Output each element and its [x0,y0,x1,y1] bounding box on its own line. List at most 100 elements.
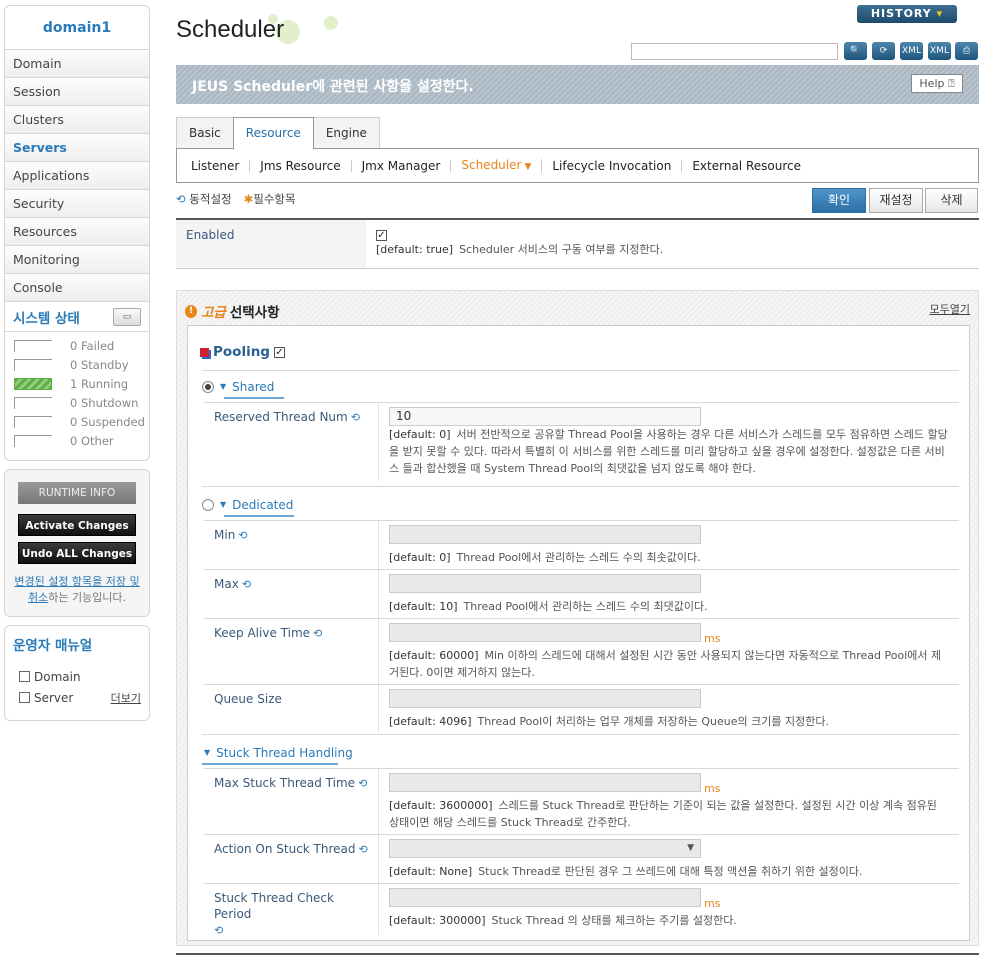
history-label: HISTORY [870,7,932,20]
status-label: Shutdown [80,395,139,410]
dynamic-setting-icon: ⟲ [358,843,368,856]
max-input[interactable] [389,574,701,593]
keep-alive-time-input[interactable] [389,623,701,642]
max-stuck-thread-time-input[interactable] [389,773,701,792]
tab-resource[interactable]: Resource [232,117,314,150]
tab-basic[interactable]: Basic [176,117,234,149]
system-status-header: 시스템 상태 ▭ [5,302,149,332]
status-bar [14,396,52,409]
property-description: Scheduler 서비스의 구동 여부를 지정한다. [459,243,664,256]
sidebar-item-security[interactable]: Security [5,190,149,218]
sidebar-item-monitoring[interactable]: Monitoring [5,246,149,274]
property-value: ▼ [default: None] Stuck Thread로 판단된 경우 그 … [378,835,959,883]
status-list: 0 Failed 0 Standby 1 Running 0 Shutdown … [5,332,149,460]
sidebar-item-session[interactable]: Session [5,78,149,106]
reserved-thread-num-input[interactable]: 10 [389,407,701,426]
property-value: [default: 0] Thread Pool에서 관리하는 스레드 수의 최솟… [378,521,959,569]
document-icon [19,692,30,703]
runtime-info-button[interactable]: RUNTIME INFO [18,482,136,504]
search-input[interactable] [631,43,838,60]
subtab-jms-resource[interactable]: Jms Resource [250,159,352,172]
help-button[interactable]: Help ⍰ [911,74,963,93]
stuck-thread-check-period-input[interactable] [389,888,701,907]
dedicated-label: Dedicated [232,497,294,512]
sidebar-item-resources[interactable]: Resources [5,218,149,246]
sidebar: domain1 Domain Session Clusters Servers … [4,5,150,721]
changes-note-text: 하는 기능입니다. [48,591,127,604]
enabled-row: Enabled ✓ [default: true] Scheduler 서비스의 … [176,218,979,269]
enabled-checkbox[interactable]: ✓ [376,230,387,241]
dedicated-radio[interactable] [202,498,214,511]
label-text: Reserved Thread Num [214,410,348,424]
required-icon: ✱ [243,192,254,206]
refresh-icon[interactable]: ⟳ [872,42,895,60]
queue-size-row: Queue Size [default: 4096] Thread Pool이 처… [204,684,959,733]
subtab-label: Scheduler [461,157,522,172]
navigation-panel: domain1 Domain Session Clusters Servers … [4,5,150,461]
subtab-scheduler[interactable]: Scheduler ▼ [451,157,543,173]
subtab-external-resource[interactable]: External Resource [682,160,811,172]
pooling-checkbox[interactable]: ✓ [273,346,285,358]
description-bar: JEUS Scheduler에 관련된 사항을 설정한다. Help ⍰ [176,65,979,104]
min-input[interactable] [389,525,701,544]
action-on-stuck-thread-row: Action On Stuck Thread ⟲ ▼ [default: None… [204,834,959,883]
label-text: Stuck Thread Check Period [214,891,334,921]
xml-export-icon[interactable]: XML [928,42,951,60]
delete-button[interactable]: 삭제 [925,188,978,213]
property-description: Thread Pool에서 관리하는 스레드 수의 최솟값이다. [456,551,701,564]
min-row: Min ⟲ [default: 0] Thread Pool에서 관리하는 스레드 … [204,520,959,569]
shared-option[interactable]: ▼ Shared [202,378,284,399]
expand-all-link[interactable]: 모두열기 [930,301,970,317]
label-text: Max Stuck Thread Time [214,776,356,790]
shared-radio[interactable] [202,380,214,393]
legend-dynamic-label: 동적설정 [189,192,232,206]
unit-label: ms [704,632,721,645]
manual-item-domain[interactable]: Domain [13,666,141,687]
stuck-thread-check-period-row: Stuck Thread Check Period ⟲ ms [default: … [204,883,959,937]
confirm-button[interactable]: 확인 [812,188,866,213]
xml-download-icon[interactable]: XML [900,42,923,60]
sidebar-item-domain[interactable]: Domain [5,50,149,78]
dedicated-option[interactable]: ▼ Dedicated [202,496,294,517]
search-icon[interactable]: 🔍 [844,42,867,60]
sidebar-item-clusters[interactable]: Clusters [5,106,149,134]
dropdown-arrow-icon: ▼ [687,843,694,853]
property-description: Thread Pool에서 관리하는 스레드 수의 최댓값이다. [463,600,708,613]
activate-changes-button[interactable]: Activate Changes [18,514,136,536]
advanced-header: ! 고급 선택사항 [185,301,280,321]
underline [224,515,294,517]
sidebar-item-servers[interactable]: Servers [5,134,149,162]
reset-button[interactable]: 재설정 [869,188,923,213]
status-suspended: 0 Suspended [5,412,149,431]
unit-label: ms [704,897,721,910]
history-button[interactable]: HISTORY ▾ [857,5,957,23]
subtab-listener[interactable]: Listener [181,159,251,172]
subtab-jmx-manager[interactable]: Jmx Manager [352,159,452,172]
label-text: Max [214,577,239,591]
print-icon[interactable]: ⎙ [955,42,978,60]
monitor-icon[interactable]: ▭ [113,307,141,326]
default-value: [default: 60000] [389,649,479,662]
more-link[interactable]: 더보기 [111,690,141,706]
queue-size-input[interactable] [389,689,701,708]
dynamic-setting-icon: ⟲ [238,529,248,542]
property-value: [default: 10] Thread Pool에서 관리하는 스레드 수의 최… [378,570,959,618]
subtab-lifecycle-invocation[interactable]: Lifecycle Invocation [542,159,683,172]
document-icon [19,671,30,682]
sidebar-item-console[interactable]: Console [5,274,149,302]
stuck-thread-handling-section[interactable]: ▼ Stuck Thread Handling [202,744,353,765]
action-on-stuck-thread-select[interactable]: ▼ [389,839,701,858]
manual-title: 운영자 매뉴얼 [13,638,93,654]
tab-engine[interactable]: Engine [312,117,380,149]
undo-changes-button[interactable]: Undo ALL Changes [18,542,136,564]
status-label: Other [80,433,114,448]
label-text: Action On Stuck Thread [214,842,356,856]
triangle-down-icon: ▼ [220,500,227,509]
domain-title[interactable]: domain1 [5,6,149,50]
sidebar-item-applications[interactable]: Applications [5,162,149,190]
status-label: Running [80,376,129,391]
underline [202,763,338,765]
property-label: Reserved Thread Num ⟲ [204,403,378,481]
advanced-prefix: 고급 [201,305,226,321]
manual-item-server[interactable]: Server 더보기 [13,687,141,708]
